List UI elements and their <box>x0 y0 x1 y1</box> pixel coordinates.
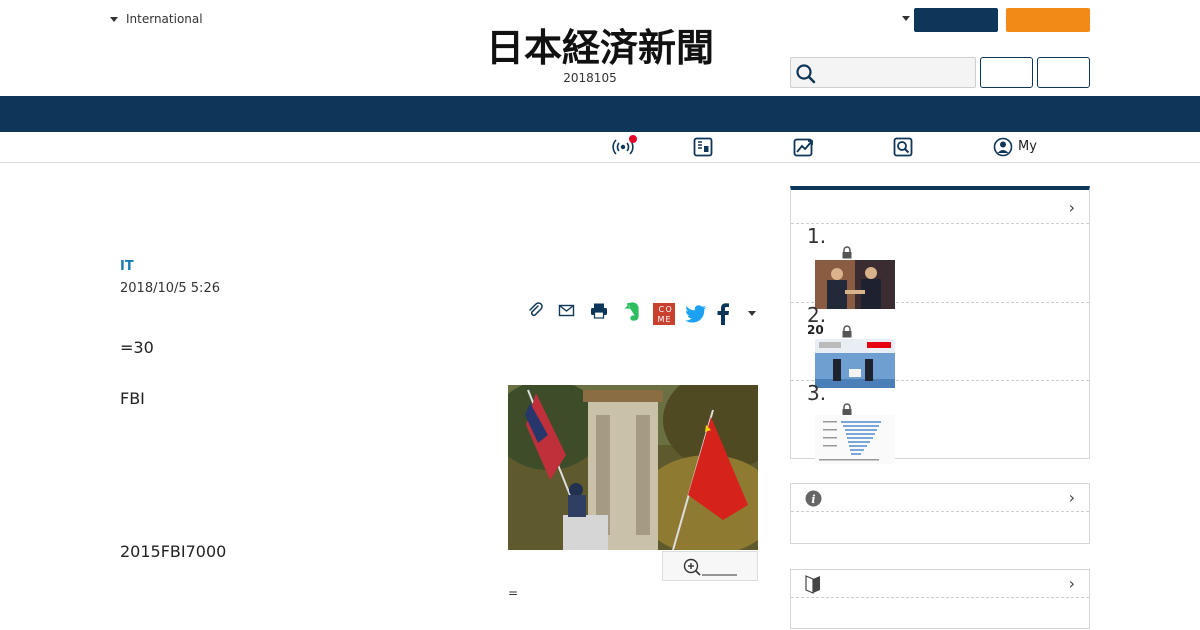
comemo-icon[interactable]: C O M E <box>653 303 675 325</box>
chart-icon[interactable] <box>792 136 816 158</box>
info-icon: i <box>805 490 822 507</box>
subscribe-button[interactable] <box>914 8 998 32</box>
ranking-item[interactable]: 2. 20 <box>791 303 1089 388</box>
chevron-right-icon: › <box>1068 488 1075 507</box>
lock-icon <box>842 325 852 338</box>
beginner-mark-icon <box>805 575 820 594</box>
info-box: i › <box>790 483 1090 544</box>
article-category-tag[interactable]: IT <box>120 259 134 274</box>
ranking-header[interactable]: › <box>791 190 1089 224</box>
edition-selector[interactable]: International <box>110 12 203 26</box>
user-icon[interactable] <box>993 136 1013 158</box>
register-button[interactable] <box>1037 57 1090 88</box>
twitter-icon[interactable] <box>685 304 707 324</box>
search-input[interactable] <box>790 57 976 88</box>
sub-navigation: My <box>0 132 1200 163</box>
ranking-thumbnail <box>815 260 895 309</box>
notification-dot <box>629 135 637 143</box>
article-photo[interactable] <box>508 385 758 550</box>
chevron-down-icon <box>110 16 118 22</box>
my-page-link[interactable]: My <box>1018 139 1037 154</box>
main-navbar <box>0 96 1200 132</box>
beginner-box: › <box>790 569 1090 629</box>
svg-text:C: C <box>659 305 665 314</box>
ranking-item[interactable]: 3. <box>791 381 1089 464</box>
logo-text: 日本経済新聞 <box>486 26 714 68</box>
svg-text:i: i <box>811 493 815 506</box>
login-button[interactable] <box>980 57 1033 88</box>
rank-number: 3. <box>807 381 827 405</box>
article-paragraph: 2015FBI7000 <box>120 542 227 561</box>
share-toolbar: C O M E <box>526 301 766 327</box>
facebook-icon[interactable] <box>716 303 730 325</box>
svg-text:M: M <box>658 315 665 324</box>
article-paragraph: FBI <box>120 389 145 408</box>
article-paragraph: =30 <box>120 338 154 357</box>
chevron-right-icon: › <box>1068 198 1075 217</box>
evernote-icon[interactable] <box>622 301 642 323</box>
photo-caption: = <box>508 586 519 600</box>
search-icon[interactable] <box>892 136 914 158</box>
clip-icon[interactable] <box>526 301 546 321</box>
info-box-header[interactable]: i › <box>791 484 1089 512</box>
svg-text:O: O <box>666 305 672 314</box>
more-caret-icon[interactable] <box>748 311 756 316</box>
mail-icon[interactable] <box>557 301 577 321</box>
edition-label: International <box>126 12 203 26</box>
rank-subtext: 20 <box>807 323 824 337</box>
chevron-right-icon: › <box>1068 574 1075 593</box>
site-header: International 日本経済新聞 2018105 <box>0 0 1200 96</box>
article-date: 2018/10/5 5:26 <box>120 281 220 296</box>
rank-number: 1. <box>807 224 827 248</box>
ranking-thumbnail <box>815 415 895 464</box>
trial-button[interactable] <box>1006 8 1090 32</box>
paper-icon[interactable] <box>692 136 714 158</box>
print-icon[interactable] <box>589 301 609 321</box>
account-menu-caret-icon[interactable] <box>902 16 910 21</box>
zoom-button[interactable] <box>662 551 758 581</box>
zoom-in-icon <box>683 558 737 576</box>
search-icon <box>796 64 816 84</box>
ranking-item[interactable]: 1. <box>791 224 1089 309</box>
logo-date: 2018105 <box>563 71 617 85</box>
lock-icon <box>842 246 852 259</box>
beginner-box-header[interactable]: › <box>791 570 1089 598</box>
nikkei-logo[interactable]: 日本経済新聞 <box>450 26 750 68</box>
svg-text:E: E <box>666 315 671 324</box>
ranking-box: › 1. 2. 20 3. <box>790 186 1090 464</box>
